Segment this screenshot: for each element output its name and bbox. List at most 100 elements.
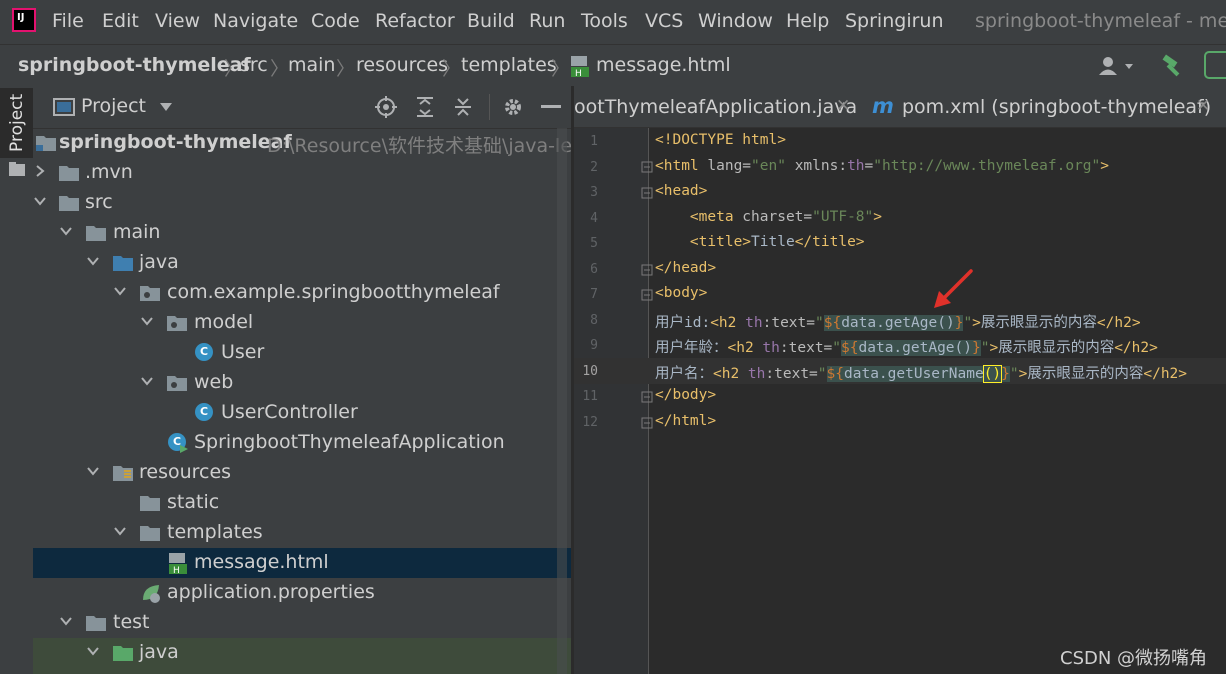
chevron-down-icon[interactable] xyxy=(86,254,100,268)
chevron-down-icon[interactable] xyxy=(33,194,47,208)
menu-build[interactable]: Build xyxy=(467,10,515,32)
menu-edit[interactable]: Edit xyxy=(102,10,139,32)
folder-icon xyxy=(140,526,160,541)
chevron-down-icon[interactable] xyxy=(86,644,100,658)
class-icon: C xyxy=(195,343,213,361)
menu-help[interactable]: Help xyxy=(786,10,829,32)
line-number: 8 xyxy=(590,313,598,328)
tree-row-main[interactable]: main xyxy=(33,218,571,248)
structure-icon[interactable] xyxy=(9,162,25,176)
code-token: 展示眼显示的内容 xyxy=(998,340,1115,356)
breadcrumb-src[interactable]: src xyxy=(240,54,268,76)
code-token: charset= xyxy=(733,209,813,225)
tree-row-application[interactable]: C SpringbootThymeleafApplication xyxy=(33,428,571,458)
code-token: :text= xyxy=(779,340,833,356)
code-token: 展示眼显示的内容 xyxy=(1027,366,1144,382)
code-line-11: </body> xyxy=(655,387,716,403)
breadcrumb-separator: 〉 xyxy=(442,58,462,80)
tab-pom-xml[interactable]: pom.xml (springboot-thymeleaf) xyxy=(902,96,1211,118)
breadcrumb-templates[interactable]: templates xyxy=(461,54,557,76)
tree-row-application-properties[interactable]: application.properties xyxy=(33,578,571,608)
line-number: 10 xyxy=(582,364,598,379)
menu-window[interactable]: Window xyxy=(698,10,773,32)
intellij-logo-icon[interactable]: IJ xyxy=(12,8,36,32)
tree-row-model[interactable]: model xyxy=(33,308,571,338)
tab-application-java[interactable]: ootThymeleafApplication.java xyxy=(574,96,857,118)
code-token: <!DOCTYPE html> xyxy=(655,132,786,148)
tree-row-web[interactable]: web xyxy=(33,368,571,398)
menu-view[interactable]: View xyxy=(155,10,200,32)
hide-panel-icon[interactable] xyxy=(541,105,561,109)
menu-file[interactable]: File xyxy=(52,10,84,32)
fold-marker-icon[interactable] xyxy=(641,161,653,173)
chevron-down-icon[interactable] xyxy=(86,464,100,478)
chevron-down-icon[interactable] xyxy=(113,524,127,538)
breadcrumb-separator: 〉 xyxy=(336,58,356,80)
collapse-all-icon[interactable] xyxy=(453,96,473,118)
menu-vcs[interactable]: VCS xyxy=(645,10,683,32)
chevron-down-icon[interactable] xyxy=(140,374,154,388)
run-marker-icon xyxy=(180,445,188,453)
code-token: "UTF-8" xyxy=(812,209,874,225)
code-token: <meta xyxy=(655,209,734,225)
user-dropdown-icon[interactable] xyxy=(1097,55,1139,77)
tree-row-test-java[interactable]: java xyxy=(33,638,571,674)
tree-row-static[interactable]: static xyxy=(33,488,571,518)
build-hammer-icon[interactable] xyxy=(1160,53,1186,79)
fold-marker-icon[interactable] xyxy=(641,187,653,199)
breadcrumb-file[interactable]: message.html xyxy=(596,54,731,76)
tree-label: src xyxy=(85,191,113,213)
tree-row-mvn[interactable]: .mvn xyxy=(33,158,571,188)
tree-row-usercontroller[interactable]: C UserController xyxy=(33,398,571,428)
code-token: } xyxy=(1001,366,1010,382)
project-panel-title[interactable]: Project xyxy=(81,95,146,117)
fold-marker-icon[interactable] xyxy=(641,391,653,403)
view-dropdown-chevron-icon[interactable] xyxy=(159,102,173,112)
code-token: xmlns: xyxy=(785,158,848,174)
chevron-down-icon[interactable] xyxy=(59,614,73,628)
tree-row-templates[interactable]: templates xyxy=(33,518,571,548)
run-config-icon[interactable] xyxy=(1204,51,1226,79)
folder-icon xyxy=(86,616,106,631)
tree-row-resources[interactable]: resources xyxy=(33,458,571,488)
fold-marker-icon[interactable] xyxy=(641,417,653,429)
line-number: 2 xyxy=(590,160,598,175)
code-token: } xyxy=(972,340,981,356)
menu-code[interactable]: Code xyxy=(311,10,360,32)
breadcrumb-resources[interactable]: resources xyxy=(356,54,448,76)
chevron-right-icon[interactable] xyxy=(33,164,47,178)
menu-run[interactable]: Run xyxy=(529,10,565,32)
fold-marker-icon[interactable] xyxy=(641,289,653,301)
expand-all-icon[interactable] xyxy=(415,96,435,118)
tree-row-package[interactable]: com.example.springbootthymeleaf xyxy=(33,278,571,308)
project-tool-label[interactable]: Project xyxy=(7,94,27,152)
menu-springirun[interactable]: Springirun xyxy=(845,10,944,32)
project-scrollbar[interactable] xyxy=(557,128,567,674)
breadcrumb-project[interactable]: springboot-thymeleaf xyxy=(18,54,251,76)
properties-file-icon xyxy=(143,585,160,603)
menu-tools[interactable]: Tools xyxy=(581,10,628,32)
tree-row-test[interactable]: test xyxy=(33,608,571,638)
fold-marker-icon[interactable] xyxy=(641,264,653,276)
code-token: "en" xyxy=(751,158,786,174)
chevron-down-icon[interactable] xyxy=(59,224,73,238)
chevron-down-icon[interactable] xyxy=(113,284,127,298)
code-token: </h2> xyxy=(1143,366,1188,382)
tree-row-src[interactable]: src xyxy=(33,188,571,218)
resources-folder-icon xyxy=(113,466,133,481)
tree-row-root[interactable]: springboot-thymeleaf D:\Resource\软件技术基础\… xyxy=(33,128,603,158)
tree-row-message-html[interactable]: H message.html xyxy=(33,548,571,578)
tree-row-main-java[interactable]: java xyxy=(33,248,571,278)
code-line-7: <body> xyxy=(655,285,707,301)
gear-icon[interactable] xyxy=(502,96,524,118)
code-token: " xyxy=(815,315,824,331)
code-token: <body> xyxy=(655,285,708,301)
locate-file-icon[interactable] xyxy=(375,96,397,118)
close-icon[interactable]: ✕ xyxy=(836,96,850,116)
chevron-down-icon[interactable] xyxy=(140,314,154,328)
breadcrumb-main[interactable]: main xyxy=(288,54,335,76)
tree-row-user[interactable]: C User xyxy=(33,338,571,368)
close-icon[interactable]: ✕ xyxy=(1196,96,1210,116)
menu-navigate[interactable]: Navigate xyxy=(213,10,298,32)
menu-refactor[interactable]: Refactor xyxy=(375,10,455,32)
